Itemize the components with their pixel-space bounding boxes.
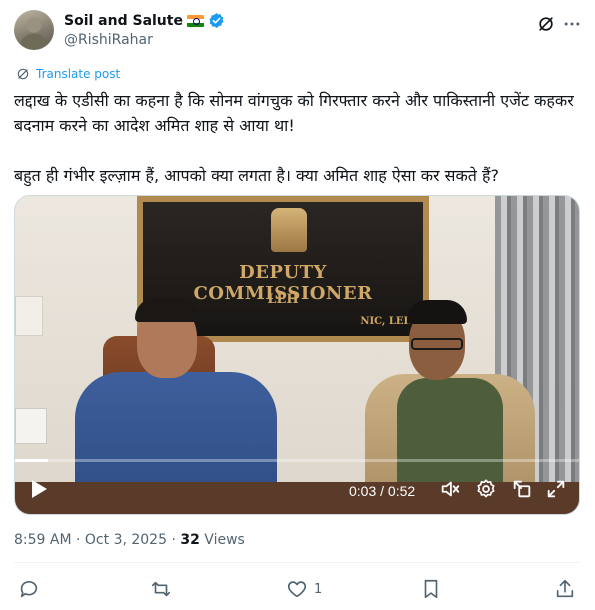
video-progress-fill [15,459,48,462]
author-name-row: Soil and Salute [64,12,225,29]
settings-gear-icon[interactable] [475,478,497,500]
india-flag-icon [186,14,204,27]
meta-separator-2: · [171,532,176,548]
tweet-paragraph-1: लद्दाख के एडीसी का कहना है कि सोनम वांगच… [14,91,574,135]
translate-post-link[interactable]: Translate post [16,67,120,81]
bookmark-button[interactable] [420,578,442,600]
views-count: 32 [180,532,200,548]
repost-icon [151,581,171,597]
like-button[interactable]: 1 [286,578,322,600]
author-handle[interactable]: @RishiRahar [64,32,153,48]
video-progress-track[interactable] [15,459,579,462]
picture-in-picture-icon[interactable] [511,478,533,500]
more-options-icon[interactable] [562,14,582,34]
divider [14,562,580,563]
national-emblem-icon [271,208,307,252]
fullscreen-icon[interactable] [545,478,567,500]
person-right-glasses [411,338,463,350]
grok-icon[interactable] [536,14,556,34]
verified-badge-icon [209,13,224,28]
post-time[interactable]: 8:59 AM [14,532,72,548]
views-label: Views [204,532,245,548]
person-right-hair [407,300,467,324]
translate-post-label: Translate post [36,67,121,81]
tweet-paragraph-2: बहुत ही गंभीर इल्ज़ाम हैं, आपको क्या लगत… [14,166,499,185]
wall-panel [15,296,43,336]
meta-separator: · [76,532,81,548]
share-icon [556,579,574,598]
author-avatar[interactable] [14,10,54,50]
video-player[interactable]: DEPUTY COMMISSIONER LEH NIC, LEH 0:03 / … [14,195,580,515]
action-bar: 1 [14,578,580,604]
author-display-name[interactable]: Soil and Salute [64,13,183,29]
video-time: 0:03 / 0:52 [349,483,416,499]
wall-switch [15,408,47,444]
repost-button[interactable] [150,578,172,600]
play-icon[interactable] [29,478,49,500]
tweet-text: लद्दाख के एडीसी का कहना है कि सोनम वांगच… [14,88,579,188]
nameplate-footer: NIC, LEH [360,316,413,327]
person-left-hair [135,298,199,322]
post-meta: 8:59 AM · Oct 3, 2025 · 32 Views [14,532,245,548]
mute-icon[interactable] [439,478,461,500]
post-date[interactable]: Oct 3, 2025 [85,532,167,548]
reply-icon [20,580,38,598]
reply-button[interactable] [18,578,40,600]
post-header: Soil and Salute @RishiRahar [14,10,584,52]
likes-count: 1 [314,581,323,597]
translate-icon [17,68,29,80]
share-button[interactable] [554,578,576,600]
heart-icon [287,581,307,598]
bookmark-icon [424,579,438,599]
